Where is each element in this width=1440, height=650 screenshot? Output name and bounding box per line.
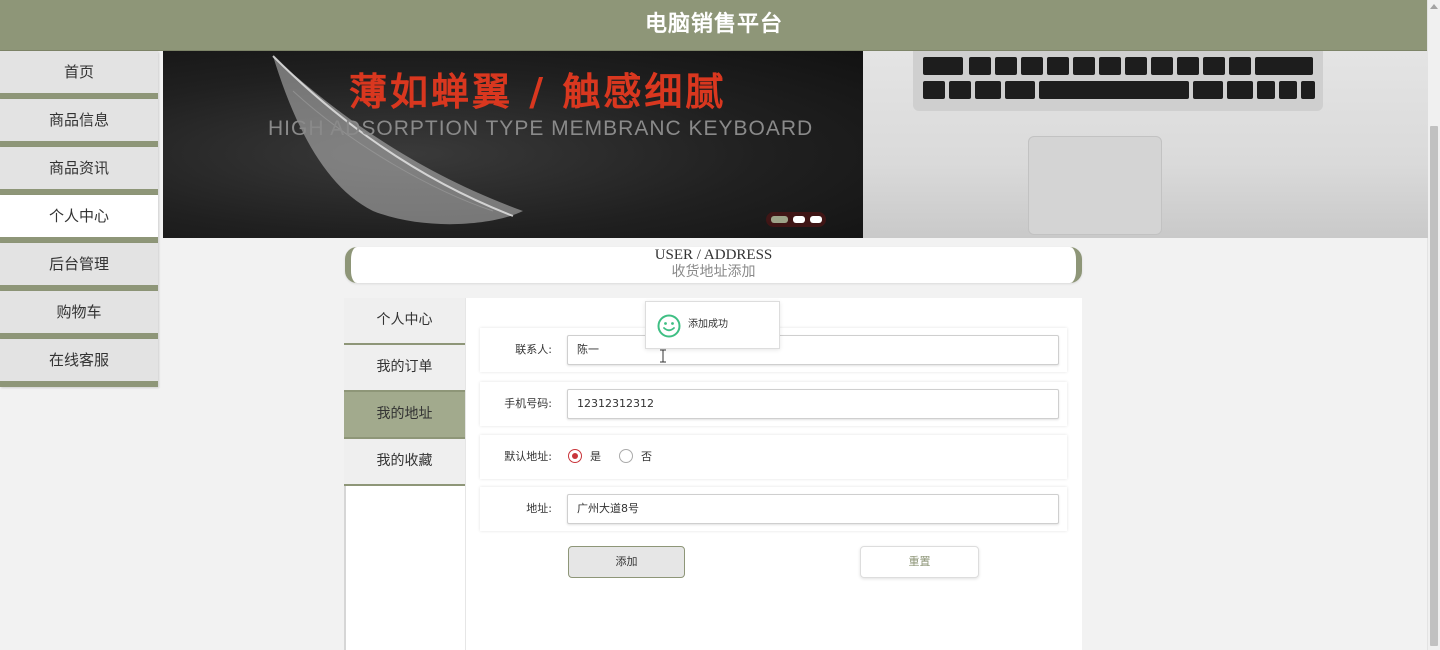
sidebar-item-admin[interactable]: 后台管理 — [0, 243, 158, 291]
form-row-phone: 手机号码: 12312312312 — [480, 382, 1067, 426]
add-button[interactable]: 添加 — [568, 546, 685, 578]
laptop-image — [863, 51, 1428, 238]
sub-nav-divider — [344, 486, 346, 650]
trackpad-illustration — [1028, 136, 1162, 235]
default-address-label: 默认地址: — [504, 450, 552, 463]
page-header-cn: 收货地址添加 — [671, 264, 756, 280]
toast-message: 添加成功 — [688, 319, 728, 330]
keyboard-illustration — [913, 51, 1323, 111]
default-yes-label[interactable]: 是 — [590, 435, 601, 479]
carousel-dot-3[interactable] — [810, 216, 822, 223]
carousel-dot-1[interactable] — [771, 216, 788, 223]
sub-nav-personal-center[interactable]: 个人中心 — [344, 298, 465, 345]
page-header-en: USER / ADDRESS — [654, 247, 773, 263]
vertical-scrollbar[interactable] — [1427, 0, 1440, 650]
form-row-address: 地址: 广州大道8号 — [480, 487, 1067, 531]
carousel-dot-2[interactable] — [793, 216, 805, 223]
phone-input[interactable]: 12312312312 — [567, 389, 1059, 419]
sub-nav-my-orders[interactable]: 我的订单 — [344, 345, 465, 392]
default-no-label[interactable]: 否 — [641, 435, 652, 479]
carousel-indicators — [766, 212, 826, 227]
sidebar-item-home[interactable]: 首页 — [0, 51, 158, 99]
page-header: USER / ADDRESS 收货地址添加 — [345, 247, 1082, 283]
sub-nav-my-address[interactable]: 我的地址 — [344, 392, 465, 439]
default-yes-radio[interactable] — [568, 449, 582, 463]
smile-icon — [657, 314, 681, 338]
address-input[interactable]: 广州大道8号 — [567, 494, 1059, 524]
success-toast: 添加成功 — [645, 301, 780, 349]
address-label: 地址: — [526, 502, 552, 515]
contact-label: 联系人: — [515, 343, 552, 356]
contact-input[interactable]: 陈一 — [567, 335, 1059, 365]
sidebar-item-products[interactable]: 商品信息 — [0, 99, 158, 147]
default-no-radio[interactable] — [619, 449, 633, 463]
sidebar-item-personal-center[interactable]: 个人中心 — [0, 195, 158, 243]
sidebar-item-cart[interactable]: 购物车 — [0, 291, 158, 339]
content-panel: 个人中心 我的订单 我的地址 我的收藏 联系人: 陈一 手机号码: 123123… — [344, 298, 1082, 650]
scroll-up-arrow-icon[interactable] — [1430, 4, 1438, 9]
sub-nav-my-favorites[interactable]: 我的收藏 — [344, 439, 465, 486]
site-title: 电脑销售平台 — [644, 12, 783, 37]
phone-label: 手机号码: — [504, 397, 552, 410]
form-row-default-address: 默认地址: 是 否 — [480, 435, 1067, 479]
top-header: 电脑销售平台 — [0, 0, 1428, 51]
banner-headline: 薄如蝉翼 / 触感细腻 — [349, 70, 727, 114]
user-sub-nav: 个人中心 我的订单 我的地址 我的收藏 — [344, 298, 466, 650]
scrollbar-thumb[interactable] — [1430, 126, 1438, 646]
sidebar-item-customer-service[interactable]: 在线客服 — [0, 339, 158, 387]
text-cursor-icon — [660, 349, 666, 363]
banner-carousel[interactable]: 薄如蝉翼 / 触感细腻 HIGH ADSORPTION TYPE MEMBRAN… — [163, 51, 1428, 238]
reset-button[interactable]: 重置 — [860, 546, 979, 578]
sidebar: 首页 商品信息 商品资讯 个人中心 后台管理 购物车 在线客服 — [0, 51, 162, 650]
sidebar-item-news[interactable]: 商品资讯 — [0, 147, 158, 195]
banner-subline: HIGH ADSORPTION TYPE MEMBRANC KEYBOARD — [268, 117, 814, 140]
